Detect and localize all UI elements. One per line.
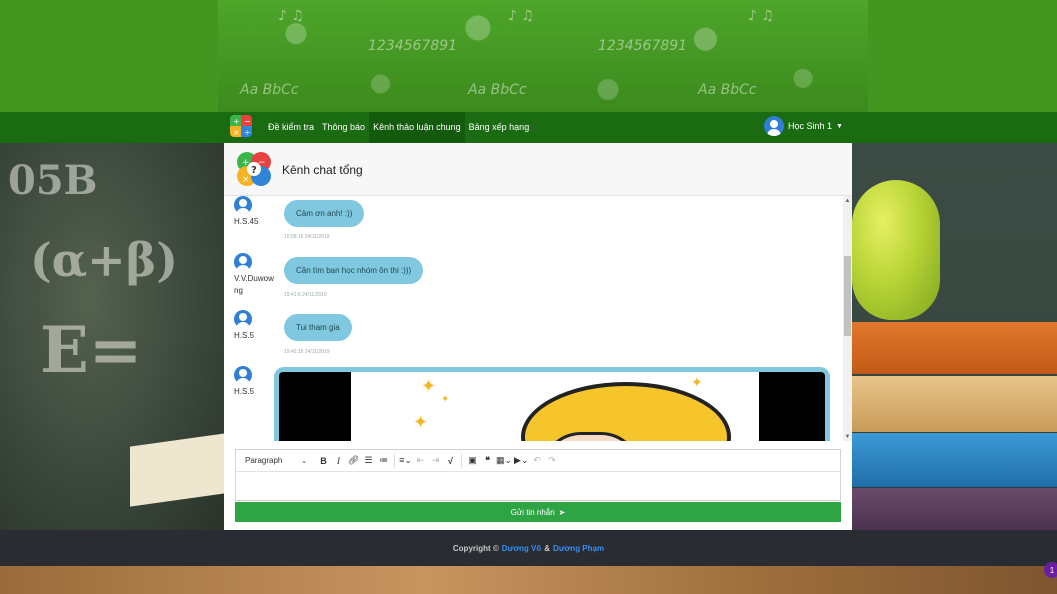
blockquote-icon[interactable]: ❝	[481, 453, 494, 469]
undo-icon[interactable]: ↶	[531, 453, 544, 469]
message-time: 19:41:6 24/11/2019	[284, 292, 327, 298]
svg-text:×: ×	[233, 128, 240, 137]
banner-doodle-pattern: Aa BbCc 1234567891 Aa BbCc 1234567891 Aa…	[218, 0, 868, 112]
message-bubble: Tui tham gia	[284, 314, 352, 341]
outdent-icon[interactable]: ⇤	[414, 453, 427, 469]
message-username: H.S.5	[234, 387, 255, 396]
message-item: H.S.45 Cảm ơn anh! :)) 10:58:16 24/11/20…	[234, 196, 365, 240]
chat-card: ? + − × Kênh chat tổng H.S.45 Cảm ơn anh…	[224, 143, 852, 530]
user-avatar-icon	[234, 196, 252, 214]
channel-title: Kênh chat tổng	[282, 163, 363, 177]
svg-text:?: ?	[251, 165, 257, 176]
align-icon[interactable]: ≡⌄	[399, 453, 412, 469]
scroll-up-icon[interactable]: ▲	[843, 198, 852, 204]
numbered-list-icon[interactable]: ≔	[377, 453, 390, 469]
author-link[interactable]: Dương Võ	[502, 544, 541, 553]
user-name: Học Sinh 1	[788, 121, 833, 131]
message-bubble: Cần tìm bạn học nhóm ôn thi :)))	[284, 257, 424, 284]
footer: Copyright © Dương Võ & Dương Phạm	[0, 530, 1057, 566]
insert-table-icon[interactable]: ▦⌄	[496, 453, 512, 469]
author-separator: &	[544, 543, 551, 553]
math-formula-icon[interactable]: √	[444, 453, 457, 469]
message-item: H.S.5	[234, 366, 278, 398]
message-time: 10:58:16 24/11/2019	[284, 234, 330, 240]
insert-media-icon[interactable]: ▶⌄	[514, 453, 528, 469]
user-avatar-icon	[764, 116, 784, 136]
image-message[interactable]: ✦ ✦ ✦ ✦	[274, 367, 830, 441]
book-decoration	[852, 322, 1057, 374]
navbar: + − × ÷ Đề kiểm tra Thông báo Kênh thảo …	[0, 112, 1057, 143]
notification-badge[interactable]: 1	[1044, 562, 1057, 578]
svg-text:+: +	[233, 117, 240, 126]
shared-image: ✦ ✦ ✦ ✦	[279, 372, 825, 441]
indent-icon[interactable]: ⇥	[429, 453, 442, 469]
channel-logo-icon: ? + − ×	[236, 151, 272, 187]
message-editor: Paragraph ⌄ B I 🔗︎ ☰ ≔ ≡⌄ ⇤ ⇥ √ ▣ ❝ ▦⌄ ▶⌄…	[235, 449, 841, 501]
format-select[interactable]: Paragraph ⌄	[240, 453, 312, 469]
link-icon[interactable]: 🔗︎	[347, 453, 360, 469]
user-menu[interactable]: Học Sinh 1 ▼	[764, 116, 843, 136]
author-link[interactable]: Dương Phạm	[553, 544, 604, 553]
send-message-button[interactable]: Gửi tin nhắn ➤	[235, 502, 841, 522]
redo-icon[interactable]: ↷	[546, 453, 559, 469]
book-decoration	[852, 488, 1057, 530]
message-item: V.V.Duwowng Cần tìm bạn học nhóm ôn thi …	[234, 253, 424, 298]
svg-text:−: −	[258, 158, 266, 168]
chat-header: ? + − × Kênh chat tổng	[224, 143, 852, 196]
message-item: H.S.5 Tui tham gia 19:42:15 24/11/2019	[234, 310, 352, 355]
svg-text:÷: ÷	[244, 128, 251, 137]
message-username: H.S.5	[234, 331, 255, 340]
bold-icon[interactable]: B	[317, 453, 330, 469]
bulleted-list-icon[interactable]: ☰	[362, 453, 375, 469]
message-list[interactable]: H.S.45 Cảm ơn anh! :)) 10:58:16 24/11/20…	[224, 196, 852, 441]
send-icon: ➤	[558, 507, 566, 517]
message-scrollbar[interactable]: ▲ ▼	[843, 196, 852, 441]
nav-link-de-kiem-tra[interactable]: Đề kiểm tra	[264, 112, 318, 143]
wood-surface	[0, 566, 1057, 594]
message-bubble: Cảm ơn anh! :))	[284, 200, 365, 227]
scroll-down-icon[interactable]: ▼	[843, 434, 852, 440]
copyright-text: Copyright ©	[452, 543, 499, 553]
editor-toolbar: Paragraph ⌄ B I 🔗︎ ☰ ≔ ≡⌄ ⇤ ⇥ √ ▣ ❝ ▦⌄ ▶⌄…	[236, 450, 840, 472]
book-decoration	[852, 376, 1057, 432]
editor-input[interactable]	[236, 472, 840, 500]
svg-text:×: ×	[242, 175, 250, 185]
apple-decoration	[852, 180, 940, 320]
caret-down-icon: ▼	[836, 122, 843, 130]
insert-image-icon[interactable]: ▣	[466, 453, 479, 469]
italic-icon[interactable]: I	[332, 453, 345, 469]
user-avatar-icon	[234, 253, 252, 271]
nav-link-kenh-thao-luan-chung[interactable]: Kênh thảo luận chung	[369, 112, 465, 143]
message-username: V.V.Duwowng	[234, 274, 274, 295]
nav-link-thong-bao[interactable]: Thông báo	[318, 112, 369, 143]
svg-text:−: −	[244, 117, 251, 126]
svg-text:+: +	[242, 158, 250, 168]
scroll-thumb[interactable]	[844, 256, 851, 336]
header-banner: Aa BbCc 1234567891 Aa BbCc 1234567891 Aa…	[0, 0, 1057, 112]
site-logo[interactable]: + − × ÷	[230, 115, 252, 137]
nav-link-bang-xep-hang[interactable]: Bảng xếp hạng	[465, 112, 534, 143]
user-avatar-icon	[234, 366, 252, 384]
message-username: H.S.45	[234, 217, 259, 226]
book-decoration	[852, 433, 1057, 487]
message-time: 19:42:15 24/11/2019	[284, 349, 330, 355]
user-avatar-icon	[234, 310, 252, 328]
